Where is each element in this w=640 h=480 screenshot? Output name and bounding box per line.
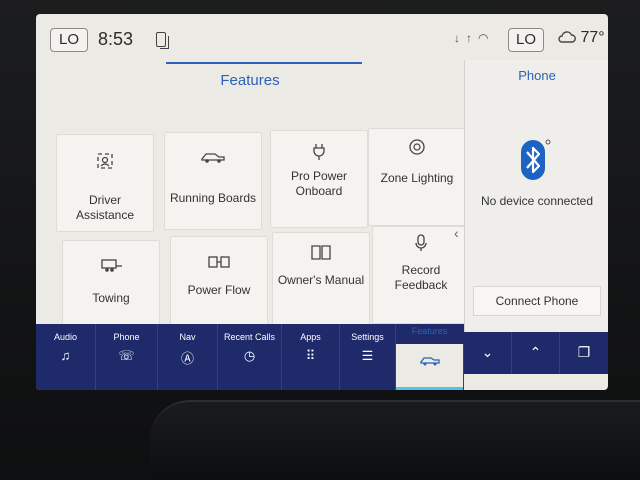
data-transfer-icon: ↓↑ <box>454 31 478 45</box>
nav-label: Settings <box>351 332 384 342</box>
nav-label: Nav <box>179 332 196 342</box>
tile-driver-assistance[interactable]: Driver Assistance <box>56 134 154 232</box>
climate-left-button[interactable]: LO <box>50 28 88 52</box>
climate-left-label: LO <box>58 31 79 48</box>
tile-label: Pro Power Onboard <box>290 169 348 198</box>
phone-panel-title: Phone <box>518 68 556 83</box>
no-device-message: No device connected <box>480 194 594 208</box>
nav-label: Phone <box>113 332 140 342</box>
cloud-icon <box>558 31 576 43</box>
bluetooth-icon <box>519 138 551 182</box>
tile-pro-power-onboard[interactable]: Pro Power Onboard <box>270 130 368 228</box>
connect-phone-button[interactable]: Connect Phone <box>473 286 601 316</box>
chevron-down-icon[interactable]: ⌄ <box>464 332 512 374</box>
power-flow-icon <box>171 253 267 275</box>
phone-panel-controls: ⌄ ⌃ ❐ <box>464 332 608 374</box>
power-plug-icon <box>271 141 367 163</box>
climate-right-button[interactable]: LO <box>508 28 544 52</box>
clock: 8:53 <box>98 29 134 49</box>
tile-label: Power Flow <box>187 283 251 297</box>
phone-projection-icon[interactable] <box>156 32 169 49</box>
dashboard-trim <box>150 400 640 480</box>
chevron-up-icon[interactable]: ⌃ <box>512 332 560 374</box>
zone-lighting-icon <box>369 137 465 159</box>
wifi-icon: ◠ <box>478 31 495 45</box>
tile-power-flow[interactable]: Power Flow <box>170 236 268 334</box>
towing-icon <box>63 257 159 279</box>
climate-right-label: LO <box>515 31 536 48</box>
phone-icon: ☏ <box>118 348 135 363</box>
infotainment-screen: LO 8:53 ↓↑◠ LO 77° Features Driver Assis… <box>36 14 608 390</box>
outside-temperature: 77° <box>580 29 605 46</box>
nav-label: Recent Calls <box>223 332 276 342</box>
clock-icon: ◷ <box>243 348 256 363</box>
driver-assist-icon <box>57 151 153 173</box>
tile-running-boards[interactable]: Running Boards <box>164 132 262 230</box>
truck-icon <box>396 354 463 369</box>
features-title: Features <box>220 72 280 89</box>
tile-label: Owner's Manual <box>277 273 365 287</box>
phone-panel: Phone No device connected Connect Phone <box>464 60 608 332</box>
features-title-underline <box>166 62 362 64</box>
tile-owners-manual[interactable]: Owner's Manual <box>272 232 370 330</box>
bottom-nav: Audio ♫ Phone ☏ Nav Ⓐ Recent Calls ◷ App… <box>36 324 464 390</box>
tile-label: Running Boards <box>169 191 257 205</box>
connect-phone-label: Connect Phone <box>495 294 579 308</box>
weather-readout: 77° <box>558 29 605 47</box>
nav-label: Audio <box>53 332 78 342</box>
signal-status-icons: ↓↑◠ <box>454 31 494 45</box>
navigation-icon: Ⓐ <box>180 351 194 366</box>
copy-windows-icon[interactable]: ❐ <box>560 332 608 374</box>
running-boards-icon <box>165 149 261 171</box>
nav-navigation[interactable]: Nav Ⓐ <box>158 324 218 390</box>
features-panel: Features Driver Assistance Running Board… <box>36 60 470 338</box>
nav-label: Features <box>411 326 448 336</box>
tile-label: Zone Lighting <box>380 171 454 185</box>
apps-grid-icon: ⠿ <box>305 348 316 363</box>
tile-label: Record Feedback <box>394 263 448 292</box>
music-note-icon: ♫ <box>60 348 71 363</box>
chevron-left-icon[interactable]: ‹ <box>454 225 459 241</box>
manual-book-icon <box>273 243 369 265</box>
nav-features[interactable]: Features <box>396 326 464 390</box>
tile-zone-lighting[interactable]: Zone Lighting <box>368 128 466 226</box>
nav-settings[interactable]: Settings ☰ <box>340 324 396 390</box>
nav-phone[interactable]: Phone ☏ <box>96 324 158 390</box>
nav-recent-calls[interactable]: Recent Calls ◷ <box>218 324 282 390</box>
sliders-icon: ☰ <box>361 348 374 363</box>
tile-label: Driver Assistance <box>75 193 135 222</box>
status-bar: LO 8:53 ↓↑◠ LO 77° <box>36 14 608 60</box>
nav-label: Apps <box>300 332 321 342</box>
nav-apps[interactable]: Apps ⠿ <box>282 324 340 390</box>
active-tab-indicator <box>396 387 463 390</box>
nav-audio[interactable]: Audio ♫ <box>36 324 96 390</box>
tile-label: Towing <box>92 291 130 305</box>
